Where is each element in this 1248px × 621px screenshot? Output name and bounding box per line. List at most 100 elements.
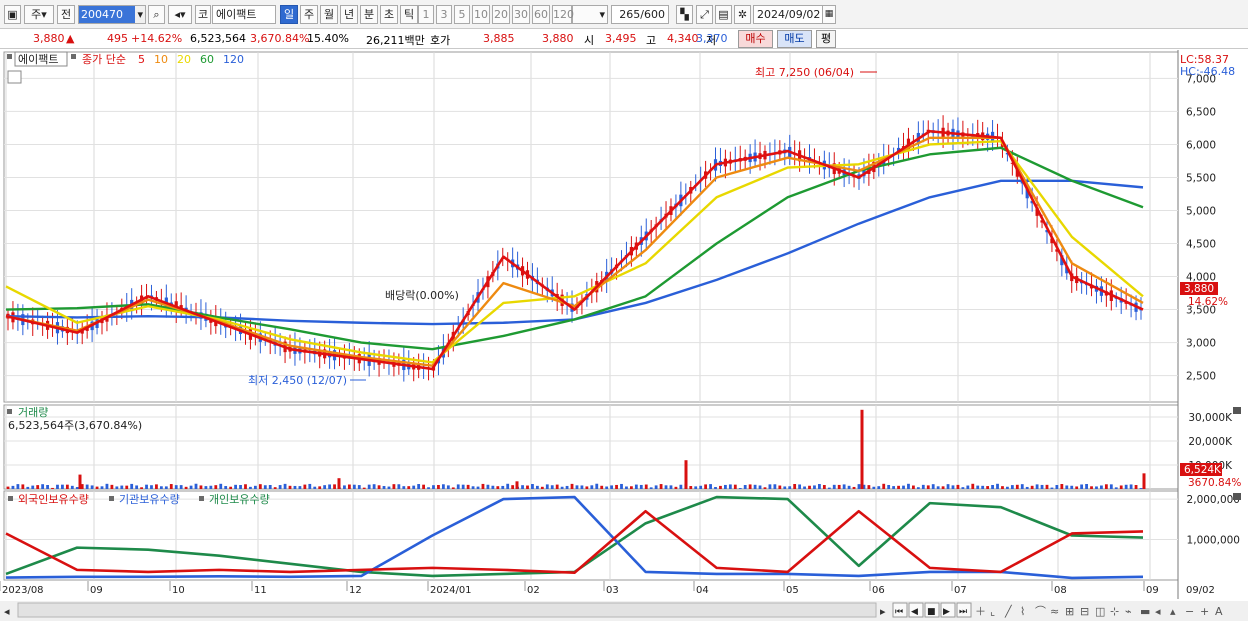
month-label: 2023/08 (2, 585, 44, 596)
volume-bar (1139, 488, 1143, 489)
prev-button[interactable]: 전 (57, 5, 75, 24)
month-label: 11 (254, 585, 267, 596)
volume-bar (194, 483, 198, 489)
volume-bar (758, 485, 762, 489)
month-label: 08 (1054, 585, 1067, 596)
market-type-label: 주 (31, 8, 42, 21)
volume-bar (135, 485, 139, 489)
volume-bar (150, 485, 153, 489)
market-type-select[interactable]: 주▾ (24, 5, 54, 24)
settings-grid-icon[interactable]: ▚ (676, 5, 693, 24)
volume-bar (268, 484, 272, 489)
volume-bar (51, 487, 54, 489)
period-tab-4[interactable]: 분 (360, 5, 378, 24)
change-amount: 495 (107, 32, 128, 45)
low-price: 3,370 (696, 32, 728, 45)
volume-bar (318, 486, 322, 489)
buy-button[interactable]: 매수 (738, 30, 773, 48)
holdings-legend-2: 개인보유수량 (209, 493, 270, 506)
volume-bar (531, 484, 534, 489)
volume-bar (159, 486, 163, 489)
interval-tab-1[interactable]: 1 (418, 5, 434, 24)
volume-bar (417, 484, 421, 489)
volume-bar (669, 485, 673, 489)
volume-bar (907, 483, 910, 489)
interval-tab-20[interactable]: 20 (492, 5, 510, 24)
volume-bar (827, 487, 831, 489)
ask-price: 3,885 (483, 32, 515, 45)
search-icon[interactable]: ⌕ (148, 5, 165, 24)
interval-tab-10[interactable]: 10 (472, 5, 490, 24)
period-tab-5[interactable]: 초 (380, 5, 398, 24)
period-tab-3[interactable]: 년 (340, 5, 358, 24)
volume-bar (748, 484, 752, 489)
volume-bar (169, 484, 173, 489)
stock-code-input[interactable]: 200470 ▾ (78, 5, 146, 24)
legend-ma-5: 5 (138, 53, 145, 66)
chart-menu-icon[interactable]: ▣ (4, 5, 21, 24)
price-tick-label: 5,000 (1186, 205, 1216, 217)
legend-bullet (109, 496, 114, 501)
volume-bar (738, 488, 742, 489)
legend-close-label: 종가 단순 (82, 53, 126, 66)
volume-bar (1070, 485, 1074, 489)
volume-bar (323, 485, 327, 489)
volume-bar (70, 485, 74, 489)
volume-bar (288, 485, 292, 489)
volume-bar (189, 485, 193, 489)
volume-tag-text: 6,524K (1184, 464, 1222, 476)
volume-bar (441, 484, 445, 489)
period-tab-1[interactable]: 주 (300, 5, 318, 24)
period-tab-2[interactable]: 월 (320, 5, 338, 24)
interval-tab-5[interactable]: 5 (454, 5, 470, 24)
interval-dropdown[interactable]: ▾ (572, 5, 608, 24)
month-label: 05 (786, 585, 799, 596)
volume-value: 6,523,564 (190, 32, 246, 45)
price-tick-label: 6,000 (1186, 139, 1216, 151)
volume-bar (793, 484, 797, 489)
interval-tab-30[interactable]: 30 (512, 5, 530, 24)
interval-tab-120[interactable]: 120 (552, 5, 574, 24)
volume-bar (26, 486, 30, 489)
open-price: 3,495 (605, 32, 637, 45)
volume-bar (278, 485, 282, 489)
volume-bar (41, 484, 45, 489)
save-icon[interactable]: ▤ (715, 5, 732, 24)
volume-bar (526, 485, 529, 489)
legend-toggle-icon (7, 70, 22, 84)
month-label: 07 (954, 585, 967, 596)
volume-bar (1090, 486, 1093, 489)
volume-bar (407, 486, 411, 489)
month-label: 09 (90, 585, 103, 596)
volume-bar (1124, 484, 1128, 489)
date-field[interactable]: 2024/09/02 (753, 5, 823, 24)
period-tab-0[interactable]: 일 (280, 5, 298, 24)
high-price: 4,340 (667, 32, 699, 45)
speaker-icon[interactable]: ◂▾ (168, 5, 192, 24)
month-label: 02 (527, 585, 540, 596)
volume-bar (580, 485, 584, 489)
change-arrow: ▲ (66, 32, 75, 45)
volume-bar (550, 485, 554, 489)
eval-button[interactable]: 평 (816, 30, 836, 48)
gear-icon[interactable]: ✲ (734, 5, 751, 24)
interval-tab-3[interactable]: 3 (436, 5, 452, 24)
interval-tab-60[interactable]: 60 (532, 5, 550, 24)
drawing-tool-icon: ◫ (1095, 605, 1105, 618)
edit-line-icon[interactable]: ⤢ (696, 5, 713, 24)
volume-bar (357, 485, 361, 489)
stock-name-field[interactable]: 에이팩트 (212, 5, 276, 24)
stock-chart[interactable]: 2023/08 09 10 11 12 2024/01 02 03 04 05 06 07 08 09 09… (0, 50, 1248, 621)
volume-bar (743, 485, 747, 489)
sell-button[interactable]: 매도 (777, 30, 812, 48)
volume-bar (966, 485, 970, 489)
volume-bar (946, 484, 950, 489)
month-label: 2024/01 (430, 585, 472, 596)
volume-spike (860, 409, 864, 489)
volume-bar (1060, 484, 1064, 489)
calendar-icon[interactable]: ▦ (822, 5, 836, 24)
volume-bar (85, 484, 89, 489)
count-field[interactable]: 265/600 (611, 5, 669, 24)
period-tab-6[interactable]: 틱 (400, 5, 418, 24)
volume-bar (105, 483, 109, 489)
